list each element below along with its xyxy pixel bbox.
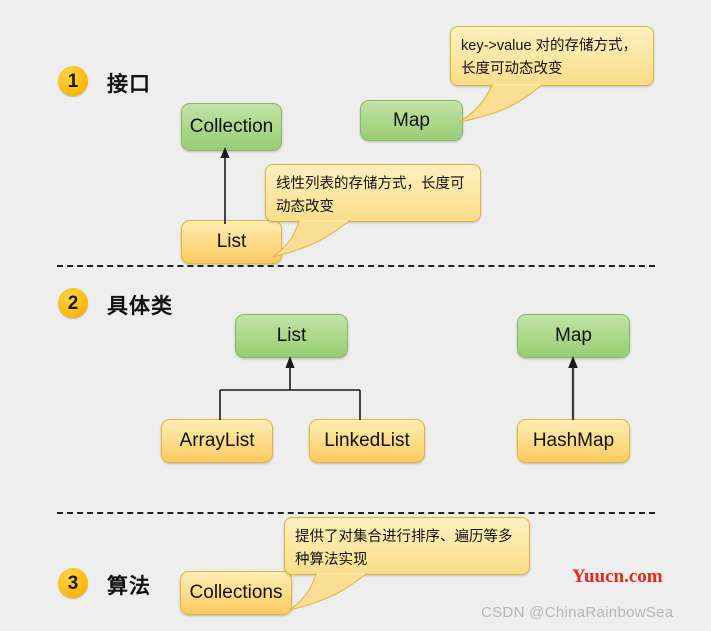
node-map-class[interactable]: Map xyxy=(517,314,630,358)
node-map-interface[interactable]: Map xyxy=(360,100,463,141)
divider-2 xyxy=(57,512,655,514)
connector-lists-to-list xyxy=(219,356,361,420)
watermark-author: CSDN @ChinaRainbowSea xyxy=(481,604,674,621)
node-list-class[interactable]: List xyxy=(235,314,348,358)
node-linkedlist[interactable]: LinkedList xyxy=(309,419,425,463)
connector-list-to-collection xyxy=(220,147,230,224)
divider-1 xyxy=(57,265,655,267)
section-title-interfaces: 接口 xyxy=(107,73,151,96)
section-title-classes: 具体类 xyxy=(107,295,173,318)
callout-map-note: key->value 对的存储方式，长度可动态改变 xyxy=(450,26,654,86)
callout-collections-note: 提供了对集合进行排序、遍历等多种算法实现 xyxy=(284,517,530,575)
diagram-canvas: 1 接口 Collection Map List key->value 对的存储… xyxy=(0,0,711,631)
callout-list-tail xyxy=(272,220,351,258)
callout-map-tail xyxy=(459,84,544,123)
callout-collections-tail xyxy=(289,573,368,611)
node-collection[interactable]: Collection xyxy=(181,103,282,151)
section-title-algorithms: 算法 xyxy=(107,575,151,598)
connector-hashmap-to-map xyxy=(568,356,578,420)
node-collections[interactable]: Collections xyxy=(180,571,292,615)
node-arraylist[interactable]: ArrayList xyxy=(161,419,273,463)
section-badge-1: 1 xyxy=(58,66,88,96)
section-badge-3: 3 xyxy=(58,568,88,598)
watermark-site: Yuucn.com xyxy=(572,566,663,587)
callout-list-note: 线性列表的存储方式，长度可动态改变 xyxy=(265,164,481,222)
node-hashmap[interactable]: HashMap xyxy=(517,419,630,463)
section-badge-2: 2 xyxy=(58,288,88,318)
